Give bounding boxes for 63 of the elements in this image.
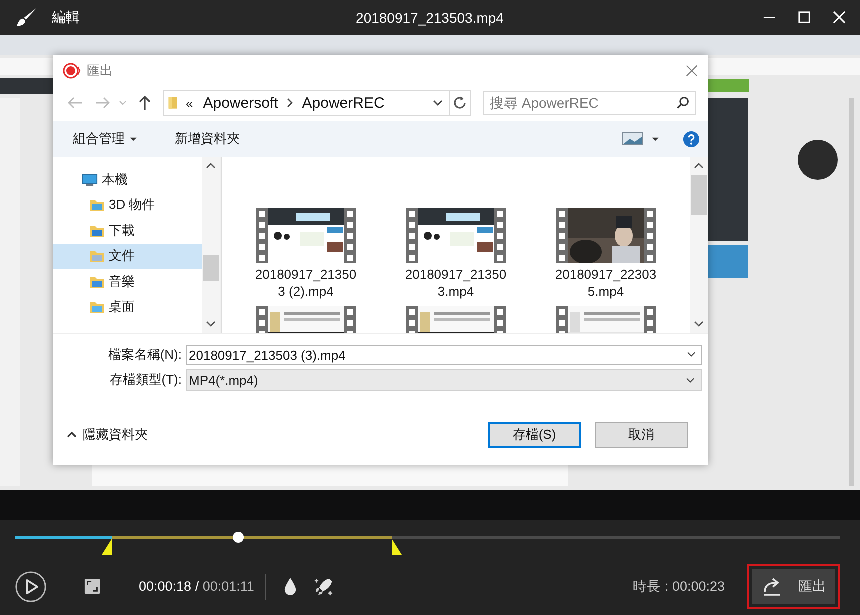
refresh-icon[interactable] [452, 95, 468, 111]
scroll-up-icon[interactable] [206, 162, 216, 170]
file-name[interactable]: 20180917_223035.mp4 [552, 266, 660, 300]
dropdown-icon[interactable] [433, 99, 443, 107]
rocket-icon[interactable] [314, 576, 334, 596]
up-arrow-icon[interactable] [137, 95, 153, 111]
path-folder[interactable]: ApowerREC [302, 94, 385, 112]
computer-icon [82, 172, 98, 188]
tree-item[interactable]: 音樂 [53, 269, 202, 294]
trim-start-handle[interactable] [102, 539, 112, 555]
view-icon[interactable] [622, 131, 644, 147]
play-icon[interactable] [15, 570, 47, 602]
dialog-title: 匯出 [87, 62, 113, 80]
maximize-icon[interactable] [798, 11, 811, 24]
caret-icon [130, 136, 137, 142]
dropdown-icon [687, 351, 696, 358]
search-field[interactable]: 搜尋 ApowerREC [483, 91, 696, 115]
address-bar[interactable]: « Apowersoft ApowerREC [163, 90, 471, 116]
toolbar-button[interactable]: 新增資料夾 [167, 126, 248, 152]
duration-label: 時長 : 00:00:23 [633, 578, 725, 596]
path-folder[interactable]: Apowersoft [203, 94, 278, 112]
playback-time: 00:00:18 / 00:01:11 [139, 579, 254, 594]
file-name[interactable]: 20180917_213503 (2).mp4 [252, 266, 360, 300]
droplet-icon[interactable] [284, 577, 298, 596]
tree-item[interactable]: 3D 物件 [53, 192, 202, 218]
playhead-handle[interactable] [232, 532, 244, 543]
file-name[interactable]: 20180917_213503.mp4 [402, 266, 510, 300]
window-title: 20180917_213503.mp4 [356, 10, 504, 26]
scroll-down-icon[interactable] [694, 320, 704, 328]
tree-item[interactable]: 下載 [53, 218, 202, 244]
export-button[interactable]: 匯出 [747, 564, 840, 609]
help-icon[interactable] [683, 130, 700, 148]
trim-end-handle[interactable] [392, 539, 402, 555]
tree-item[interactable]: 文件 [53, 244, 202, 269]
chevron-icon[interactable] [286, 98, 294, 108]
search-icon[interactable] [676, 96, 690, 110]
filename-field[interactable]: 20180917_213503 (3).mp4 [186, 345, 702, 365]
folder-icon [89, 299, 105, 316]
record-icon [63, 62, 81, 80]
path-overflow[interactable]: « [186, 96, 194, 110]
filetype-dropdown[interactable]: MP4(*.mp4) [186, 369, 702, 391]
dialog-button[interactable]: 取消 [595, 422, 688, 448]
tree-item[interactable]: 本機 [53, 167, 202, 192]
mode-label: 編輯 [52, 8, 80, 26]
folder-icon [89, 248, 105, 264]
field-label: 存檔類型(T): [108, 371, 182, 389]
toolbar-button[interactable]: 組合管理 [65, 126, 145, 152]
folder-icon [89, 197, 105, 214]
caret-icon[interactable] [652, 136, 659, 142]
scroll-down-icon[interactable] [206, 320, 216, 328]
tree-item[interactable]: 桌面 [53, 294, 202, 320]
timeline-track[interactable] [15, 536, 840, 539]
hide-folders-toggle[interactable]: 隱藏資料夾 [61, 425, 154, 445]
scrollbar-thumb[interactable] [691, 175, 707, 215]
dialog-button[interactable]: 存檔(S) [488, 422, 581, 448]
brush-icon [15, 6, 39, 30]
dropdown-icon [686, 376, 695, 384]
fullscreen-icon[interactable] [84, 578, 101, 595]
folder-icon [168, 95, 178, 111]
scroll-up-icon[interactable] [694, 162, 704, 170]
scrollbar-thumb[interactable] [203, 255, 219, 281]
field-label: 檔案名稱(N): [107, 346, 182, 364]
caret-up-icon [67, 431, 77, 439]
